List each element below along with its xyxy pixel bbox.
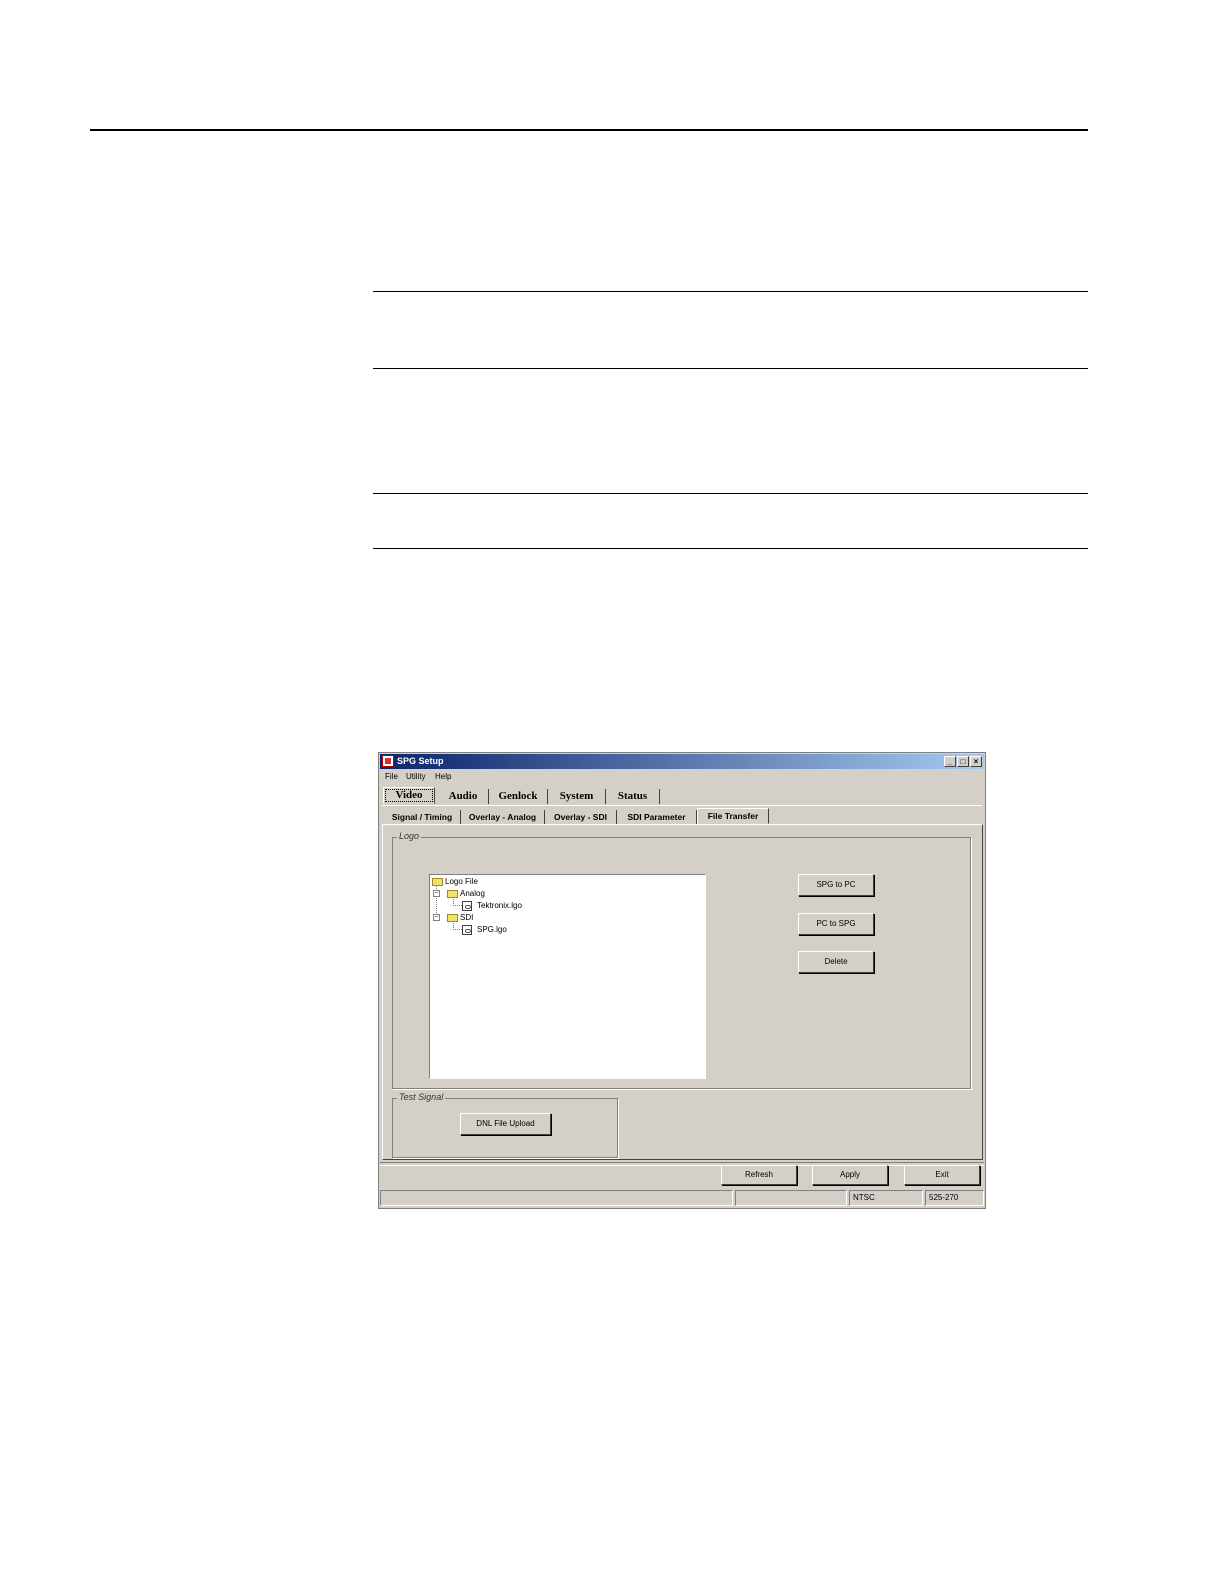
logo-group: Logo Logo File − Analog Tektronix.lgo − …: [392, 831, 971, 1089]
apply-button[interactable]: Apply: [812, 1165, 888, 1185]
tab-audio[interactable]: Audio: [438, 789, 489, 804]
folder-icon: [447, 890, 458, 898]
tab-status[interactable]: Status: [606, 789, 660, 804]
status-message: [380, 1190, 733, 1206]
logo-file-icon: [462, 901, 472, 911]
minimize-icon[interactable]: _: [944, 756, 956, 767]
tree-node-spg-lgo[interactable]: SPG.lgo: [477, 925, 507, 935]
tree-node-analog[interactable]: Analog: [460, 889, 485, 899]
tree-node-sdi[interactable]: SDI: [460, 913, 473, 923]
menu-bar: File Utility Help: [380, 770, 984, 784]
file-transfer-panel: Logo Logo File − Analog Tektronix.lgo − …: [382, 824, 983, 1160]
menu-file[interactable]: File: [385, 770, 398, 784]
sub-tab-bar: Signal / Timing Overlay - Analog Overlay…: [384, 808, 982, 824]
refresh-button[interactable]: Refresh: [721, 1165, 797, 1185]
maximize-icon[interactable]: □: [957, 756, 969, 767]
footer-separator: [380, 1162, 984, 1166]
tree-node-logo-file[interactable]: Logo File: [445, 877, 478, 887]
app-icon[interactable]: [382, 755, 394, 767]
logo-file-icon: [462, 925, 472, 935]
status-cell-empty: [735, 1190, 847, 1206]
page-top-rule: [90, 129, 1088, 131]
logo-group-label: Logo: [397, 831, 422, 841]
spg-setup-window: SPG Setup _ □ × File Utility Help Video …: [378, 752, 986, 1209]
tab-video[interactable]: Video: [383, 787, 435, 804]
tab-overlay-analog[interactable]: Overlay - Analog: [461, 810, 545, 824]
test-signal-group: Test Signal DNL File Upload: [392, 1092, 618, 1158]
note-rule-bottom-1: [373, 368, 1088, 369]
tree-node-tektronix-lgo[interactable]: Tektronix.lgo: [477, 901, 522, 911]
status-format: NTSC: [849, 1190, 923, 1206]
menu-help[interactable]: Help: [435, 770, 451, 784]
folder-icon: [447, 914, 458, 922]
tab-genlock[interactable]: Genlock: [489, 789, 548, 804]
tab-system[interactable]: System: [548, 789, 606, 804]
note-rule-bottom-2: [373, 548, 1088, 549]
dnl-file-upload-button[interactable]: DNL File Upload: [460, 1113, 551, 1135]
collapse-icon[interactable]: −: [433, 914, 440, 921]
spg-to-pc-button[interactable]: SPG to PC: [798, 874, 874, 896]
collapse-icon[interactable]: −: [433, 890, 440, 897]
status-model: 525-270: [925, 1190, 984, 1206]
note-rule-top-2: [373, 493, 1088, 494]
main-tab-bar: Video Audio Genlock System Status: [382, 787, 982, 806]
note-rule-top-1: [373, 291, 1088, 292]
close-icon[interactable]: ×: [970, 756, 982, 767]
tab-file-transfer[interactable]: File Transfer: [697, 808, 769, 824]
tab-overlay-sdi[interactable]: Overlay - SDI: [545, 810, 617, 824]
window-title: SPG Setup: [397, 756, 444, 766]
logo-file-tree[interactable]: Logo File − Analog Tektronix.lgo − SDI S…: [429, 874, 706, 1079]
menu-utility[interactable]: Utility: [406, 770, 426, 784]
exit-button[interactable]: Exit: [904, 1165, 980, 1185]
test-signal-group-label: Test Signal: [397, 1092, 446, 1102]
pc-to-spg-button[interactable]: PC to SPG: [798, 913, 874, 935]
title-bar[interactable]: SPG Setup _ □ ×: [380, 754, 984, 769]
tab-signal-timing[interactable]: Signal / Timing: [384, 810, 461, 824]
tab-sdi-parameter[interactable]: SDI Parameter: [617, 810, 697, 824]
delete-button[interactable]: Delete: [798, 951, 874, 973]
folder-icon: [432, 878, 443, 886]
status-bar: NTSC 525-270: [380, 1189, 984, 1207]
